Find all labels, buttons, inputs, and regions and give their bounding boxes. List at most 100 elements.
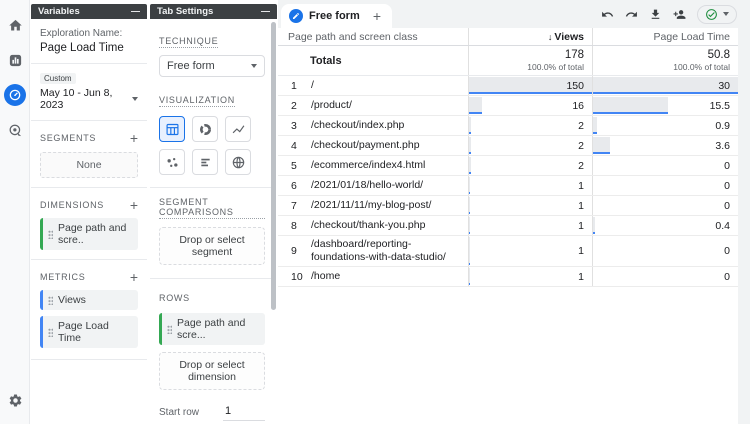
totals-plt-value: 50.8 bbox=[707, 49, 730, 61]
column-header-views[interactable]: ↓ Views bbox=[468, 28, 592, 45]
variables-panel: Variables — Exploration Name: Page Load … bbox=[31, 4, 147, 424]
tab-label: Free form 1 bbox=[309, 10, 369, 22]
rows-label: ROWS bbox=[159, 293, 190, 303]
visualization-options bbox=[159, 116, 265, 175]
add-dimension-icon[interactable]: + bbox=[130, 198, 138, 212]
donut-chart-icon bbox=[199, 123, 211, 135]
minimize-icon[interactable]: — bbox=[131, 7, 140, 16]
page-load-time-cell: 30 bbox=[592, 76, 738, 95]
add-segment-icon[interactable]: + bbox=[130, 131, 138, 145]
segment-dropzone[interactable]: Drop or select segment bbox=[159, 227, 265, 265]
redo-button[interactable] bbox=[625, 8, 638, 21]
start-row-input[interactable] bbox=[223, 403, 265, 421]
table-row[interactable]: 1 / 150 30 bbox=[278, 76, 738, 96]
views-bar bbox=[469, 137, 471, 154]
viz-scatter-chart-button[interactable] bbox=[159, 149, 185, 175]
minimize-icon[interactable]: — bbox=[261, 7, 270, 16]
rows-dimension-chip[interactable]: Page path and scre... bbox=[159, 313, 265, 345]
page-load-time-cell: 0.4 bbox=[592, 216, 738, 235]
table-row[interactable]: 4 /checkout/payment.php 2 3.6 bbox=[278, 136, 738, 156]
views-bar bbox=[469, 197, 470, 214]
row-page-path: / bbox=[311, 78, 314, 91]
drag-handle-icon bbox=[48, 229, 53, 239]
nav-advertising-button[interactable] bbox=[0, 116, 30, 144]
views-bar bbox=[469, 217, 470, 234]
table-row[interactable]: 8 /checkout/thank-you.php 1 0.4 bbox=[278, 216, 738, 236]
rows-chip-label: Page path and scre... bbox=[177, 317, 246, 341]
row-page-path: /home bbox=[311, 270, 341, 283]
download-icon bbox=[651, 9, 660, 19]
share-add-user-button[interactable] bbox=[673, 8, 686, 21]
row-index: 1 bbox=[291, 79, 297, 92]
totals-views: 178 100.0% of total bbox=[468, 46, 592, 75]
globe-icon bbox=[232, 156, 244, 168]
views-cell: 1 bbox=[468, 236, 592, 267]
views-value: 1 bbox=[578, 245, 584, 258]
nav-reports-button[interactable] bbox=[0, 46, 30, 74]
canvas-right-gutter[interactable] bbox=[738, 28, 750, 424]
views-cell: 2 bbox=[468, 136, 592, 155]
views-header-label: Views bbox=[554, 30, 584, 43]
row-page-path: /dashboard/reporting-foundations-with-da… bbox=[311, 238, 446, 264]
totals-page-load-time: 50.8 100.0% of total bbox=[592, 46, 738, 75]
undo-button[interactable] bbox=[601, 8, 614, 21]
exploration-canvas: Free form 1 + Page path and screen class… bbox=[278, 0, 750, 424]
viz-bar-chart-button[interactable] bbox=[192, 149, 218, 175]
views-bar bbox=[469, 97, 483, 114]
page-load-time-value: 0 bbox=[724, 199, 730, 212]
views-value: 1 bbox=[578, 199, 584, 212]
tab-settings-scrollbar[interactable] bbox=[271, 22, 276, 310]
nav-explore-button[interactable] bbox=[0, 81, 30, 109]
add-tab-button[interactable]: + bbox=[362, 4, 392, 28]
viz-line-chart-button[interactable] bbox=[225, 116, 251, 142]
viz-geo-map-button[interactable] bbox=[225, 149, 251, 175]
exploration-name-value[interactable]: Page Load Time bbox=[40, 42, 138, 54]
target-icon bbox=[9, 124, 21, 136]
table-rows: 1 / 150 30 2 /product/ 16 15.5 3 /checko… bbox=[278, 76, 738, 288]
metric-chip-page-load-time[interactable]: Page Load Time bbox=[40, 316, 138, 348]
table-row[interactable]: 3 /checkout/index.php 2 0.9 bbox=[278, 116, 738, 136]
add-metric-icon[interactable]: + bbox=[130, 270, 138, 284]
canvas-toolbar bbox=[601, 0, 737, 28]
table-row[interactable]: 10 /home 1 0 bbox=[278, 267, 738, 288]
row-page-path: /2021/01/18/hello-world/ bbox=[311, 178, 424, 191]
nav-settings-button[interactable] bbox=[0, 386, 30, 414]
column-header-page-load-time[interactable]: Page Load Time bbox=[592, 28, 738, 45]
page-load-time-cell: 0.9 bbox=[592, 116, 738, 135]
rows-dimension-dropzone[interactable]: Drop or select dimension bbox=[159, 352, 265, 390]
page-load-time-bar bbox=[593, 97, 668, 114]
table-row[interactable]: 6 /2021/01/18/hello-world/ 1 0 bbox=[278, 176, 738, 196]
row-index: 9 bbox=[291, 245, 297, 258]
dimension-chip[interactable]: Page path and scre.. bbox=[40, 218, 138, 250]
segments-empty-dropzone[interactable]: None bbox=[40, 152, 138, 178]
metric-chip-views[interactable]: Views bbox=[40, 290, 138, 310]
table-row[interactable]: 2 /product/ 16 15.5 bbox=[278, 96, 738, 116]
column-header-page-path[interactable]: Page path and screen class bbox=[278, 28, 468, 45]
views-cell: 2 bbox=[468, 116, 592, 135]
page-load-time-bar bbox=[593, 77, 738, 94]
check-circle-icon bbox=[706, 8, 717, 20]
table-row[interactable]: 5 /ecommerce/index4.html 2 0 bbox=[278, 156, 738, 176]
page-load-time-cell: 0 bbox=[592, 236, 738, 267]
status-ok-button[interactable] bbox=[697, 4, 737, 24]
redo-icon bbox=[625, 11, 637, 17]
technique-select[interactable]: Free form bbox=[159, 55, 265, 77]
viz-table-button[interactable] bbox=[159, 116, 185, 142]
chevron-down-icon bbox=[251, 64, 257, 68]
technique-label: TECHNIQUE bbox=[159, 36, 219, 48]
row-page-path: /checkout/thank-you.php bbox=[311, 218, 426, 231]
table-row[interactable]: 9 /dashboard/reporting-foundations-with-… bbox=[278, 236, 738, 268]
page-load-time-bar bbox=[593, 117, 598, 134]
nav-home-button[interactable] bbox=[0, 11, 30, 39]
views-value: 150 bbox=[566, 79, 584, 92]
table-row[interactable]: 7 /2021/11/11/my-blog-post/ 1 0 bbox=[278, 196, 738, 216]
scatter-chart-icon bbox=[167, 157, 177, 167]
sort-descending-icon: ↓ bbox=[547, 31, 553, 42]
views-cell: 150 bbox=[468, 76, 592, 95]
chevron-down-icon bbox=[723, 12, 729, 16]
views-value: 2 bbox=[578, 139, 584, 152]
viz-donut-chart-button[interactable] bbox=[192, 116, 218, 142]
download-button[interactable] bbox=[649, 8, 662, 21]
page-load-time-value: 0.4 bbox=[715, 219, 730, 232]
date-range-selector[interactable]: May 10 - Jun 8, 2023 bbox=[40, 87, 138, 111]
